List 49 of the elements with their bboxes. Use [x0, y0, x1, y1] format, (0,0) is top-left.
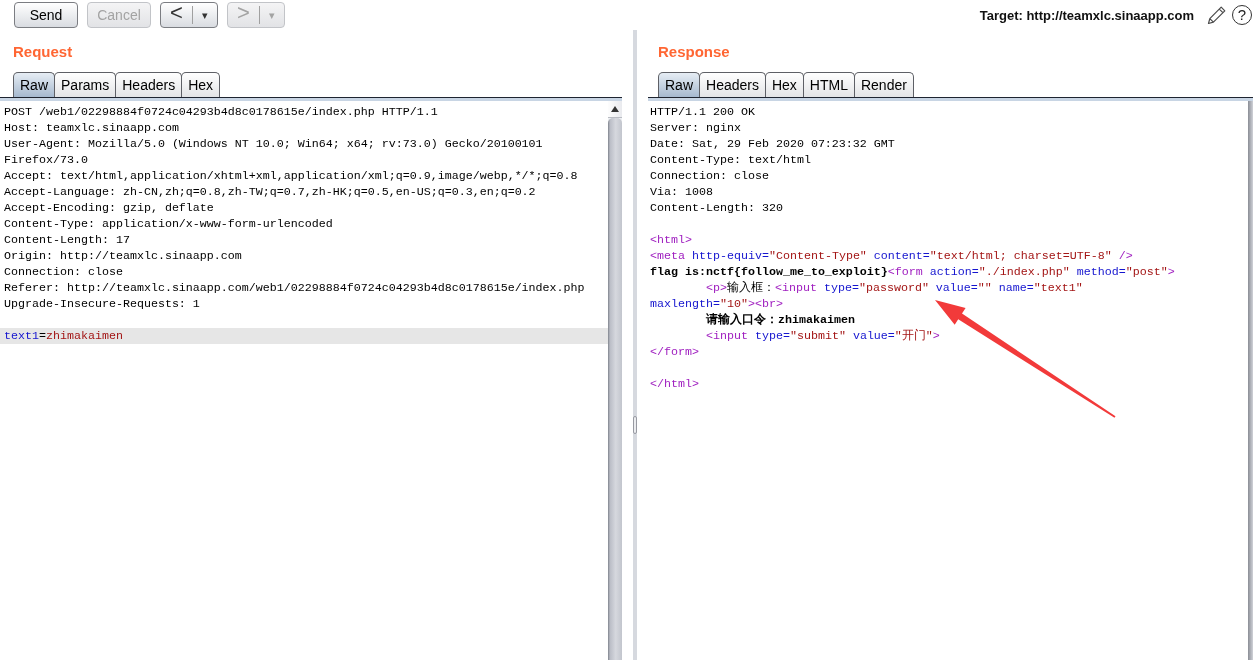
code-line: Via: 1008	[650, 184, 713, 200]
tab[interactable]: Hex	[181, 72, 221, 97]
scrollbar[interactable]	[1248, 101, 1253, 660]
code-line: Referer: http://teamxlc.sinaapp.com/web1/02298884f0724c04293b4d8c0178615e/index.php	[4, 280, 585, 296]
code-line: <input type="submit" value="开门">	[704, 328, 940, 344]
code-line: Connection: close	[4, 264, 123, 280]
code-line: <html>	[650, 232, 692, 248]
tab[interactable]: Params	[54, 72, 117, 97]
target-label: Target: http://teamxlc.sinaapp.com	[979, 7, 1194, 23]
code-line: Content-Length: 17	[4, 232, 130, 248]
code-line: POST /web1/02298884f0724c04293b4d8c0178615e/index.php HTTP/1.1	[4, 104, 438, 120]
tab[interactable]: Raw	[658, 72, 700, 97]
code-line: Accept-Encoding: gzip, deflate	[4, 200, 214, 216]
code-line: User-Agent: Mozilla/5.0 (Windows NT 10.0; Win64; x64; rv:73.0) Gecko/20100101	[4, 136, 543, 152]
code-line: HTTP/1.1 200 OK	[650, 104, 755, 120]
code-line: Server: nginx	[650, 120, 741, 136]
send-button[interactable]: Send	[14, 2, 78, 28]
panel-title: Response	[658, 42, 730, 60]
code-line: Accept-Language: zh-CN,zh;q=0.8,zh-TW;q=0.7,zh-HK;q=0.5,en-US;q=0.3,en;q=0.2	[4, 184, 536, 200]
code-line: maxlength="10"><br>	[650, 296, 783, 312]
tab[interactable]: HTML	[802, 72, 855, 97]
code-line: </html>	[650, 376, 699, 392]
tab[interactable]: Raw	[13, 72, 55, 97]
code-line: Date: Sat, 29 Feb 2020 07:23:32 GMT	[650, 136, 895, 152]
back-button[interactable]: < ▾	[160, 2, 218, 28]
panel-title: Request	[13, 42, 73, 60]
tab[interactable]: Headers	[699, 72, 766, 97]
code-line: Content-Type: application/x-www-form-urlencoded	[4, 216, 333, 232]
scroll-up-button[interactable]	[608, 101, 622, 118]
code-line: Host: teamxlc.sinaapp.com	[4, 120, 179, 136]
tab[interactable]: Hex	[764, 72, 804, 97]
code-line: flag is:nctf{follow_me_to_exploit}<form action="./index.php" method="post">	[650, 264, 1175, 280]
code-line: Accept: text/html,application/xhtml+xml,application/xml;q=0.9,image/webp,*/*;q=0.8	[4, 168, 578, 184]
code-line: <p>输入框：<input type="password" value="" name="text1"	[704, 280, 1083, 296]
pencil-icon[interactable]	[1206, 4, 1228, 26]
tab[interactable]: Headers	[115, 72, 183, 97]
code-line: Connection: close	[650, 168, 769, 184]
code-line: <meta http-equiv="Content-Type" content="text/html; charset=UTF-8" />	[650, 248, 1133, 264]
code-line: </form>	[650, 344, 699, 360]
splitter-handle[interactable]	[633, 416, 637, 434]
code-line: 请输入口令：zhimakaimen	[704, 312, 855, 328]
tab[interactable]: Render	[853, 72, 914, 97]
up-arrow-icon	[611, 106, 619, 112]
code-line: Firefox/73.0	[4, 152, 88, 168]
code-line: Content-Type: text/html	[650, 152, 811, 168]
code-line: Upgrade-Insecure-Requests: 1	[4, 296, 200, 312]
code-line: Origin: http://teamxlc.sinaapp.com	[4, 248, 242, 264]
code-line: Content-Length: 320	[650, 200, 783, 216]
help-button[interactable]: ?	[1232, 5, 1252, 25]
